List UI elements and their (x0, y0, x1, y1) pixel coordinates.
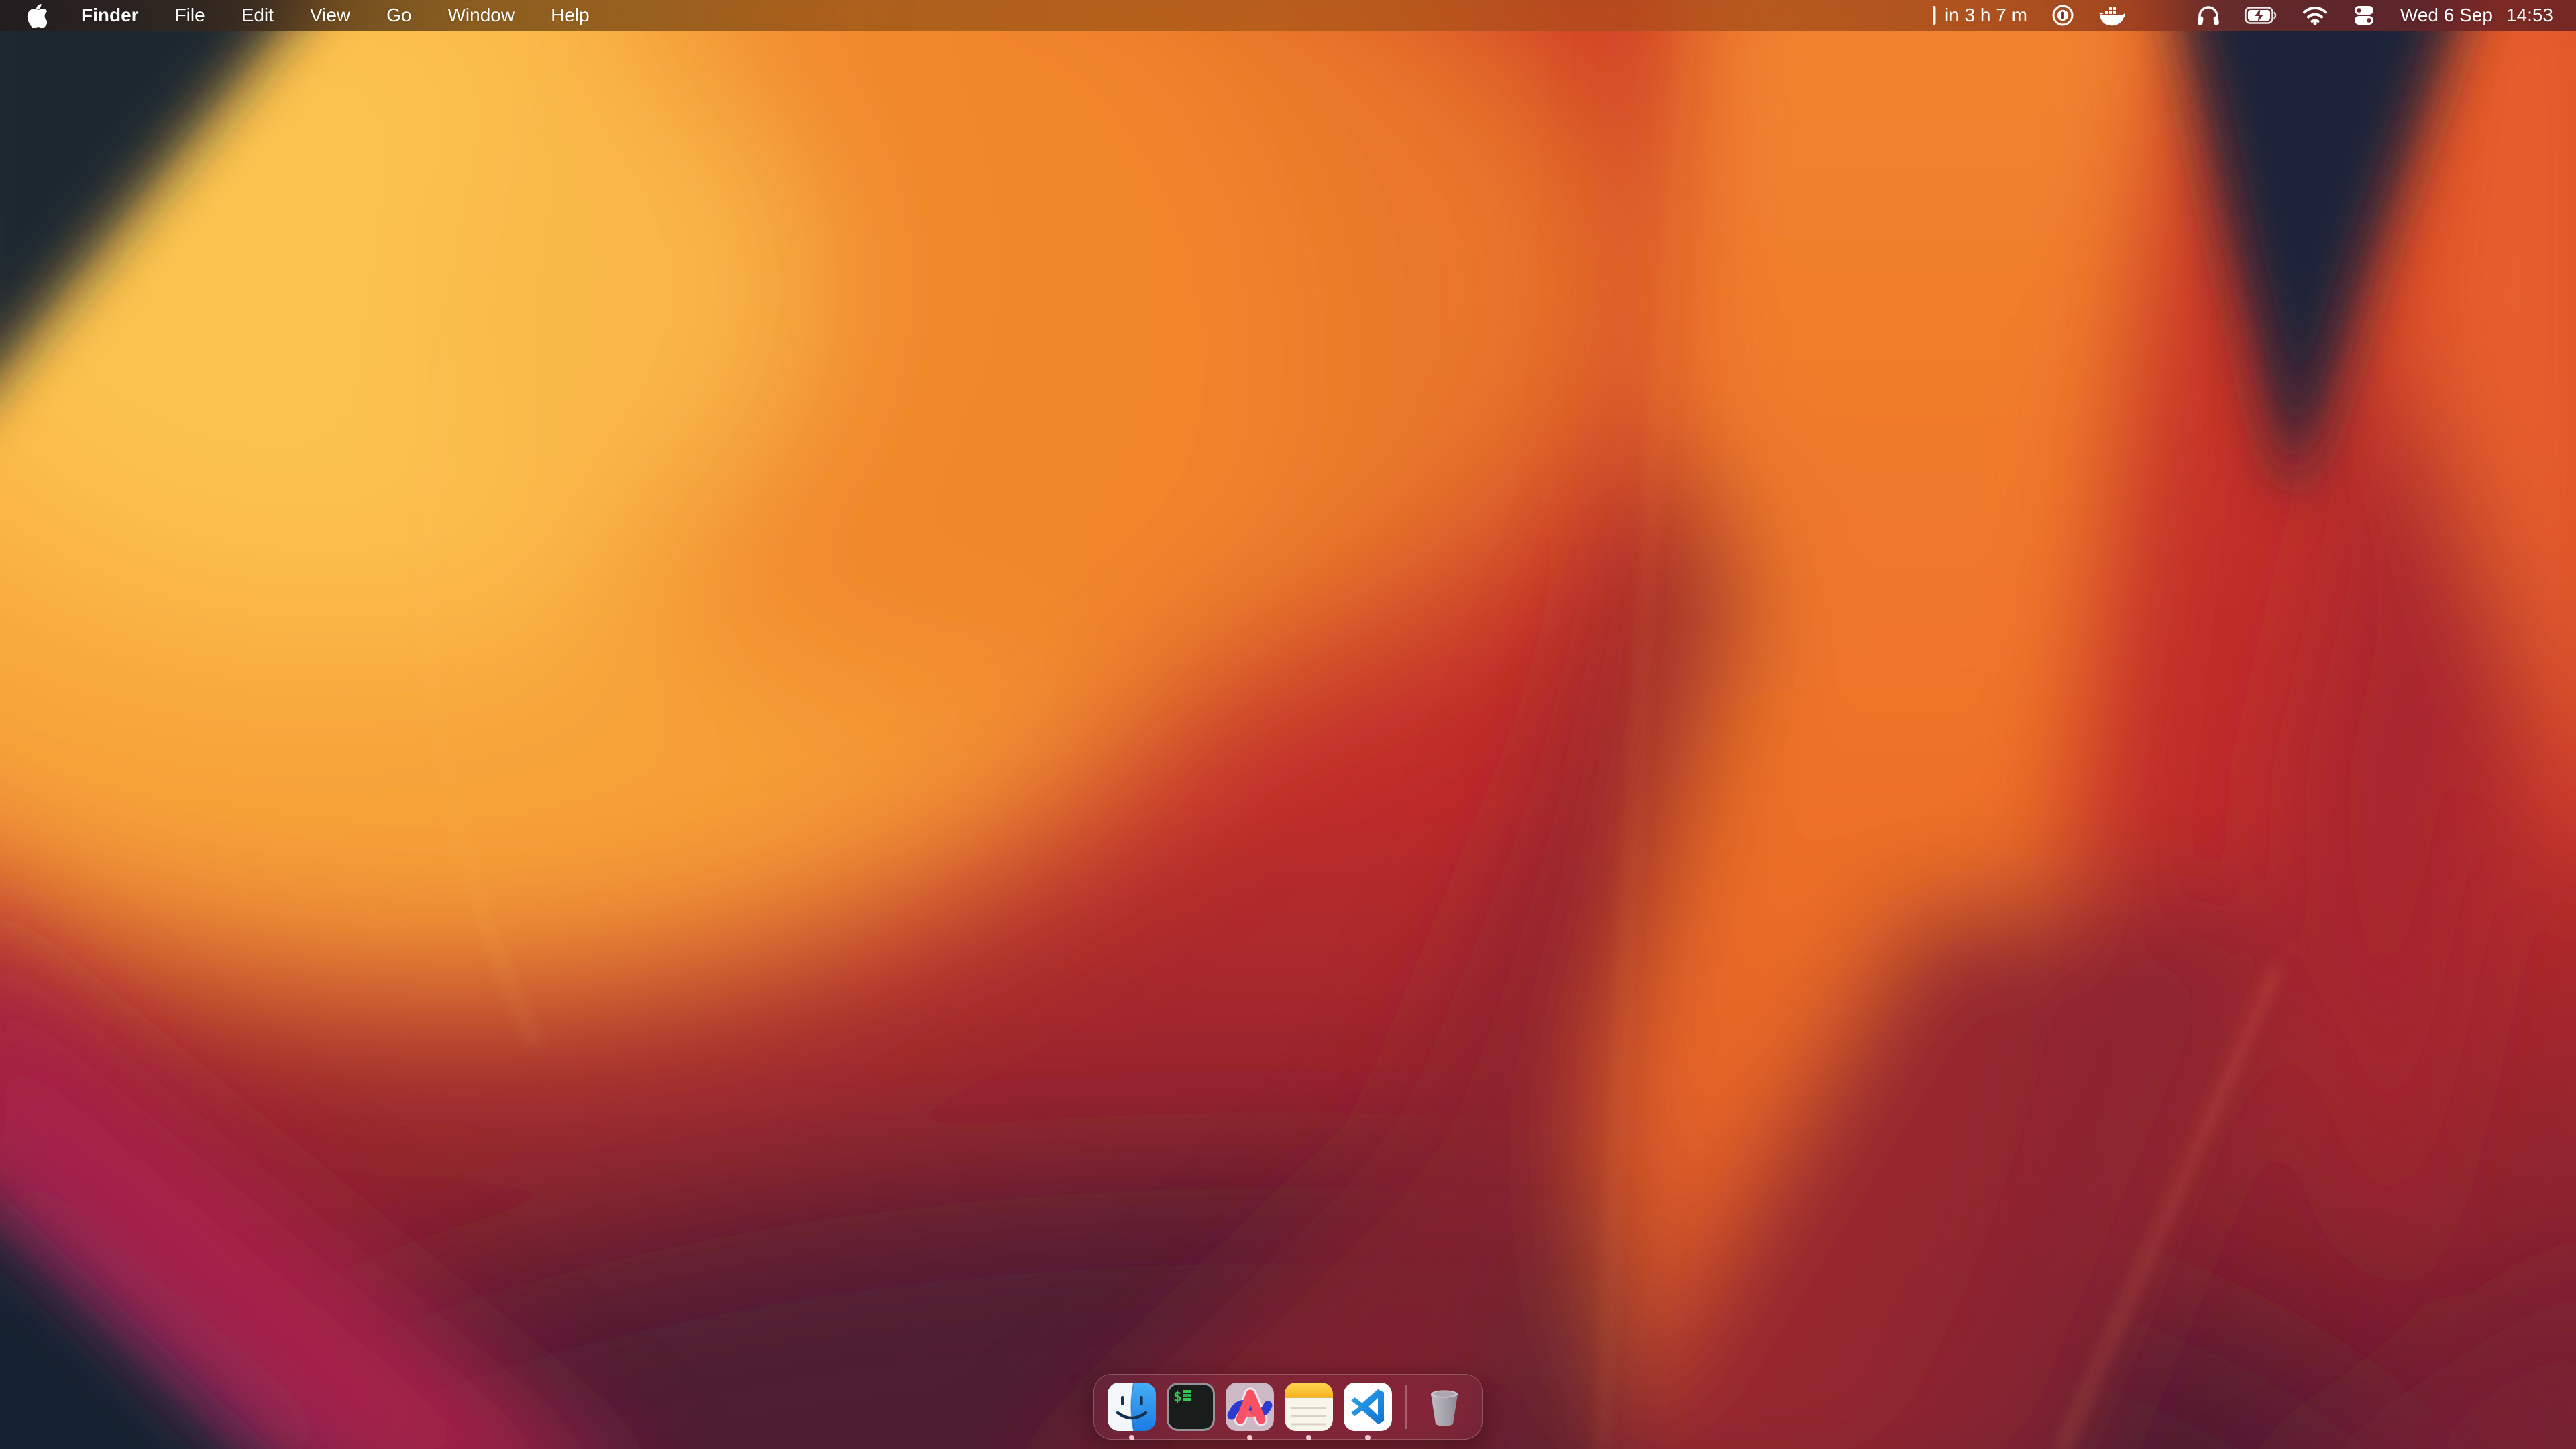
svg-text:$: $ (1173, 1389, 1182, 1405)
finder-icon (1106, 1381, 1157, 1432)
clock-time: 14:53 (2506, 5, 2553, 26)
dock-finder[interactable] (1106, 1381, 1157, 1432)
app-menu-finder[interactable]: Finder (63, 0, 157, 31)
timer-bar-icon (1931, 5, 1937, 26)
wifi-icon (2302, 4, 2328, 27)
menu-go[interactable]: Go (368, 0, 429, 31)
battery-charging-icon (2245, 4, 2278, 27)
menu-bar-left: Finder File Edit View Go Window Help (0, 0, 608, 31)
dock-notes[interactable] (1283, 1381, 1334, 1432)
menu-view[interactable]: View (292, 0, 368, 31)
menu-bar: Finder File Edit View Go Window Help in … (0, 0, 2576, 31)
dock-terminal[interactable]: $ (1165, 1381, 1216, 1432)
headphones-status[interactable] (2196, 4, 2220, 27)
clock-date: Wed 6 Sep (2400, 5, 2493, 26)
onepassword-status[interactable] (2051, 4, 2074, 27)
arc-browser-icon (1224, 1381, 1275, 1432)
control-center-icon (2352, 4, 2376, 27)
dock: $ (1093, 1374, 1483, 1440)
dock-separator (1405, 1385, 1407, 1429)
moon-icon (2149, 4, 2172, 27)
menu-bar-status: in 3 h 7 m (1931, 4, 2576, 27)
timer-status[interactable]: in 3 h 7 m (1931, 5, 2027, 26)
menu-file[interactable]: File (157, 0, 223, 31)
terminal-icon: $ (1165, 1381, 1216, 1432)
timer-text: in 3 h 7 m (1945, 5, 2027, 26)
wallpaper-ventura (0, 0, 2576, 1449)
trash-icon (1419, 1381, 1470, 1432)
menu-help[interactable]: Help (533, 0, 608, 31)
wifi-status[interactable] (2302, 4, 2328, 27)
notes-icon (1283, 1381, 1334, 1432)
dock-arc-browser[interactable] (1224, 1381, 1275, 1432)
menu-bar-clock[interactable]: Wed 6 Sep 14:53 (2400, 5, 2553, 26)
apple-menu[interactable] (23, 3, 63, 28)
docker-status[interactable] (2098, 4, 2125, 27)
dock-trash[interactable] (1419, 1381, 1470, 1432)
headphones-icon (2196, 4, 2220, 27)
apple-logo-icon (27, 3, 47, 28)
onepassword-keyhole-icon (2051, 4, 2074, 27)
control-center-status[interactable] (2352, 4, 2376, 27)
menu-window[interactable]: Window (429, 0, 533, 31)
vscode-icon (1342, 1381, 1393, 1432)
battery-status[interactable] (2245, 4, 2278, 27)
docker-whale-icon (2098, 4, 2125, 27)
menu-edit[interactable]: Edit (223, 0, 292, 31)
focus-status[interactable] (2149, 4, 2172, 27)
desktop: Finder File Edit View Go Window Help in … (0, 0, 2576, 1449)
dock-vscode[interactable] (1342, 1381, 1393, 1432)
